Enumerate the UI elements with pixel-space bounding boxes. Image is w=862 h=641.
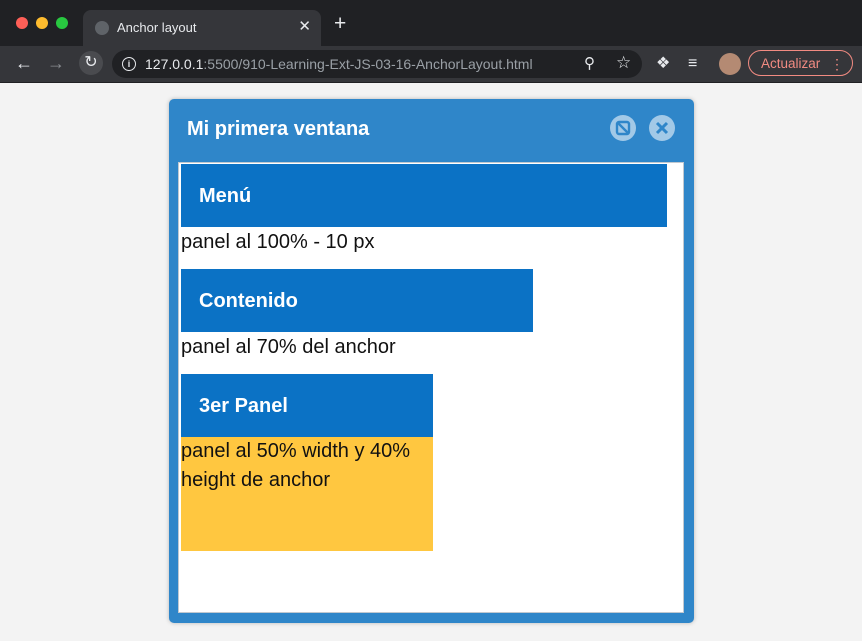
browser-tab-bar: Anchor layout ✕ + xyxy=(0,0,862,46)
panel-header-contenido: Contenido xyxy=(181,269,533,332)
panel-header-menu: Menú xyxy=(181,164,667,227)
panel-title: Menú xyxy=(199,185,252,207)
zoom-icon[interactable]: ⚲ xyxy=(584,54,595,72)
panel-title: 3er Panel xyxy=(199,395,288,417)
menu-dots-icon[interactable]: ⋮ xyxy=(830,51,844,77)
minimize-window-dot[interactable] xyxy=(36,17,48,29)
window-body: Menú panel al 100% - 10 px Contenido pan… xyxy=(178,162,684,613)
panel-header-3er-panel: 3er Panel xyxy=(181,374,433,437)
url-path: :5500/910-Learning-Ext-JS-03-16-AnchorLa… xyxy=(203,56,533,72)
back-icon[interactable]: ← xyxy=(15,52,33,74)
info-icon[interactable]: i xyxy=(122,57,136,71)
globe-icon xyxy=(95,21,109,35)
tab-title: Anchor layout xyxy=(117,20,197,35)
update-label: Actualizar xyxy=(761,56,821,71)
address-bar[interactable]: i 127.0.0.1:5500/910-Learning-Ext-JS-03-… xyxy=(112,50,642,78)
panel-title: Contenido xyxy=(199,290,298,312)
collapse-tool-icon[interactable] xyxy=(610,115,636,141)
media-icon[interactable]: ≡ xyxy=(688,54,697,74)
url-host: 127.0.0.1 xyxy=(145,56,204,72)
profile-avatar[interactable] xyxy=(719,53,741,75)
close-tool-icon[interactable] xyxy=(649,115,675,141)
star-icon[interactable]: ☆ xyxy=(616,53,631,73)
window-title: Mi primera ventana xyxy=(187,118,370,140)
update-button[interactable]: Actualizar ⋮ xyxy=(748,50,853,76)
new-tab-icon[interactable]: + xyxy=(334,13,346,34)
panel-text: panel al 100% - 10 px xyxy=(181,231,375,253)
anchor-window: Mi primera ventana Menú panel al 100% - … xyxy=(169,99,694,623)
close-window-dot[interactable] xyxy=(16,17,28,29)
panel-text: panel al 50% width y 40% height de ancho… xyxy=(181,440,411,491)
maximize-window-dot[interactable] xyxy=(56,17,68,29)
panel-text: panel al 70% del anchor xyxy=(181,336,396,358)
extensions-icon[interactable]: ❖ xyxy=(656,54,670,74)
browser-toolbar: ← → ↻ i 127.0.0.1:5500/910-Learning-Ext-… xyxy=(0,46,862,83)
forward-icon[interactable]: → xyxy=(47,52,65,74)
tab-close-icon[interactable]: ✕ xyxy=(298,18,311,36)
url-text[interactable]: 127.0.0.1:5500/910-Learning-Ext-JS-03-16… xyxy=(145,56,533,72)
reload-icon[interactable]: ↻ xyxy=(79,51,103,75)
browser-tab[interactable]: Anchor layout ✕ xyxy=(83,10,321,46)
